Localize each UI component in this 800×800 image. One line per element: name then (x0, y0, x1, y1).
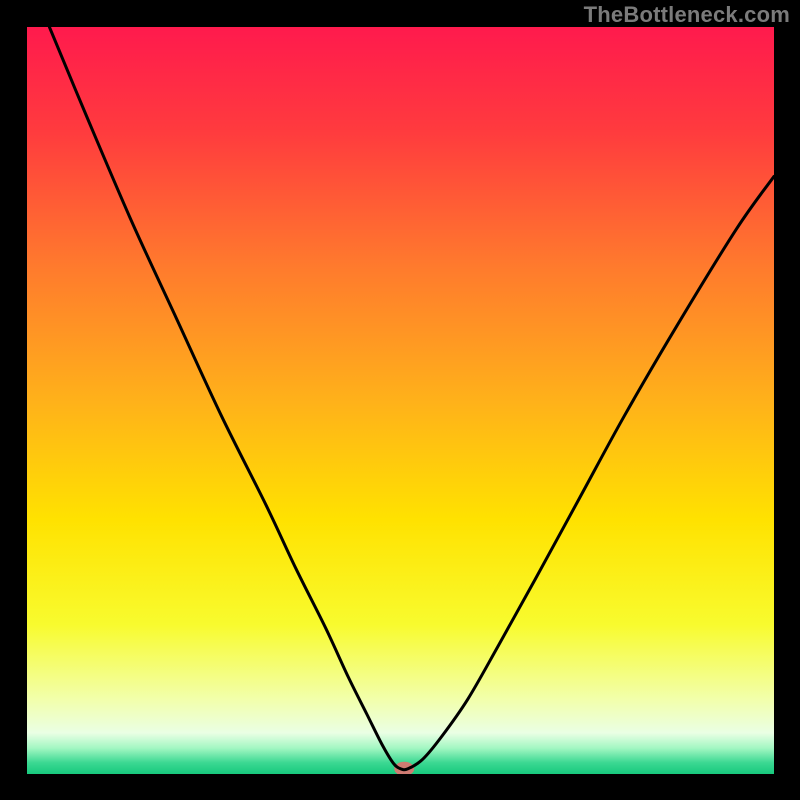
gradient-background (27, 27, 774, 774)
watermark-text: TheBottleneck.com (584, 2, 790, 28)
chart-frame: TheBottleneck.com (0, 0, 800, 800)
bottleneck-chart (0, 0, 800, 800)
